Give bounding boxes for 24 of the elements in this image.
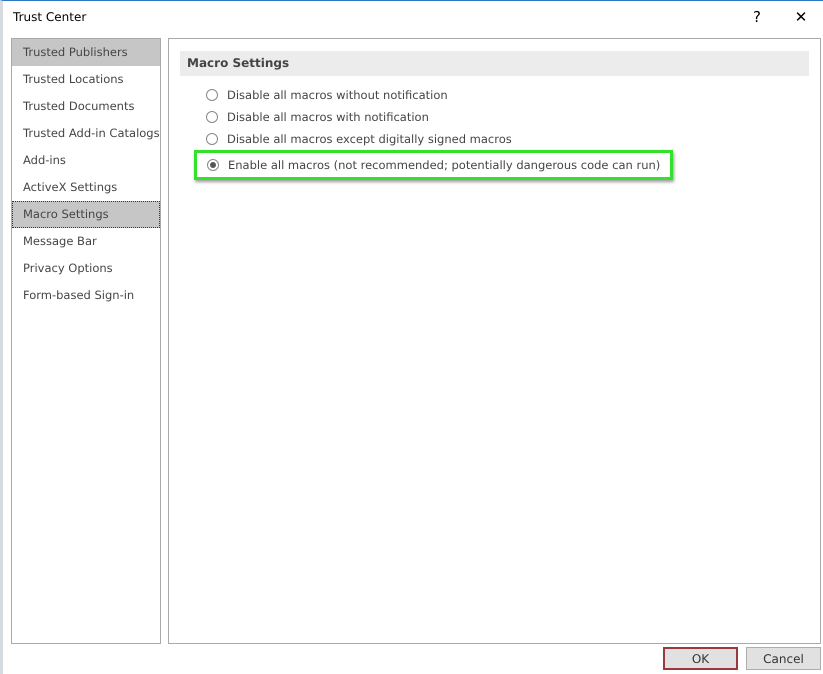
radio-button[interactable]: [206, 89, 218, 101]
option-label: Enable all macros (not recommended; potentially dangerous code can run): [228, 158, 660, 172]
radio-button[interactable]: [207, 159, 219, 171]
option-label: Disable all macros with notification: [227, 110, 429, 124]
help-button[interactable]: ?: [735, 2, 779, 30]
sidebar-item[interactable]: Trusted Add-in Catalogs: [12, 120, 160, 147]
sidebar-item[interactable]: Trusted Locations: [12, 66, 160, 93]
sidebar-item[interactable]: Form-based Sign-in: [12, 282, 160, 309]
sidebar-item[interactable]: Message Bar: [12, 228, 160, 255]
sidebar-item[interactable]: Macro Settings: [12, 201, 160, 228]
dialog-button[interactable]: OK: [663, 647, 738, 670]
close-button[interactable]: ✕: [779, 2, 823, 30]
sidebar-item[interactable]: Trusted Documents: [12, 93, 160, 120]
window-title: Trust Center: [13, 10, 88, 24]
sidebar-item[interactable]: Add-ins: [12, 147, 160, 174]
sidebar-item[interactable]: Trusted Publishers: [12, 39, 160, 66]
option-label: Disable all macros except digitally signed macros: [227, 132, 512, 146]
section-heading: Macro Settings: [180, 51, 809, 76]
dialog-button[interactable]: Cancel: [746, 647, 821, 670]
option-label: Disable all macros without notification: [227, 88, 448, 102]
radio-button[interactable]: [206, 111, 218, 123]
sidebar-item[interactable]: ActiveX Settings: [12, 174, 160, 201]
radio-button[interactable]: [206, 133, 218, 145]
sidebar-item[interactable]: Privacy Options: [12, 255, 160, 282]
